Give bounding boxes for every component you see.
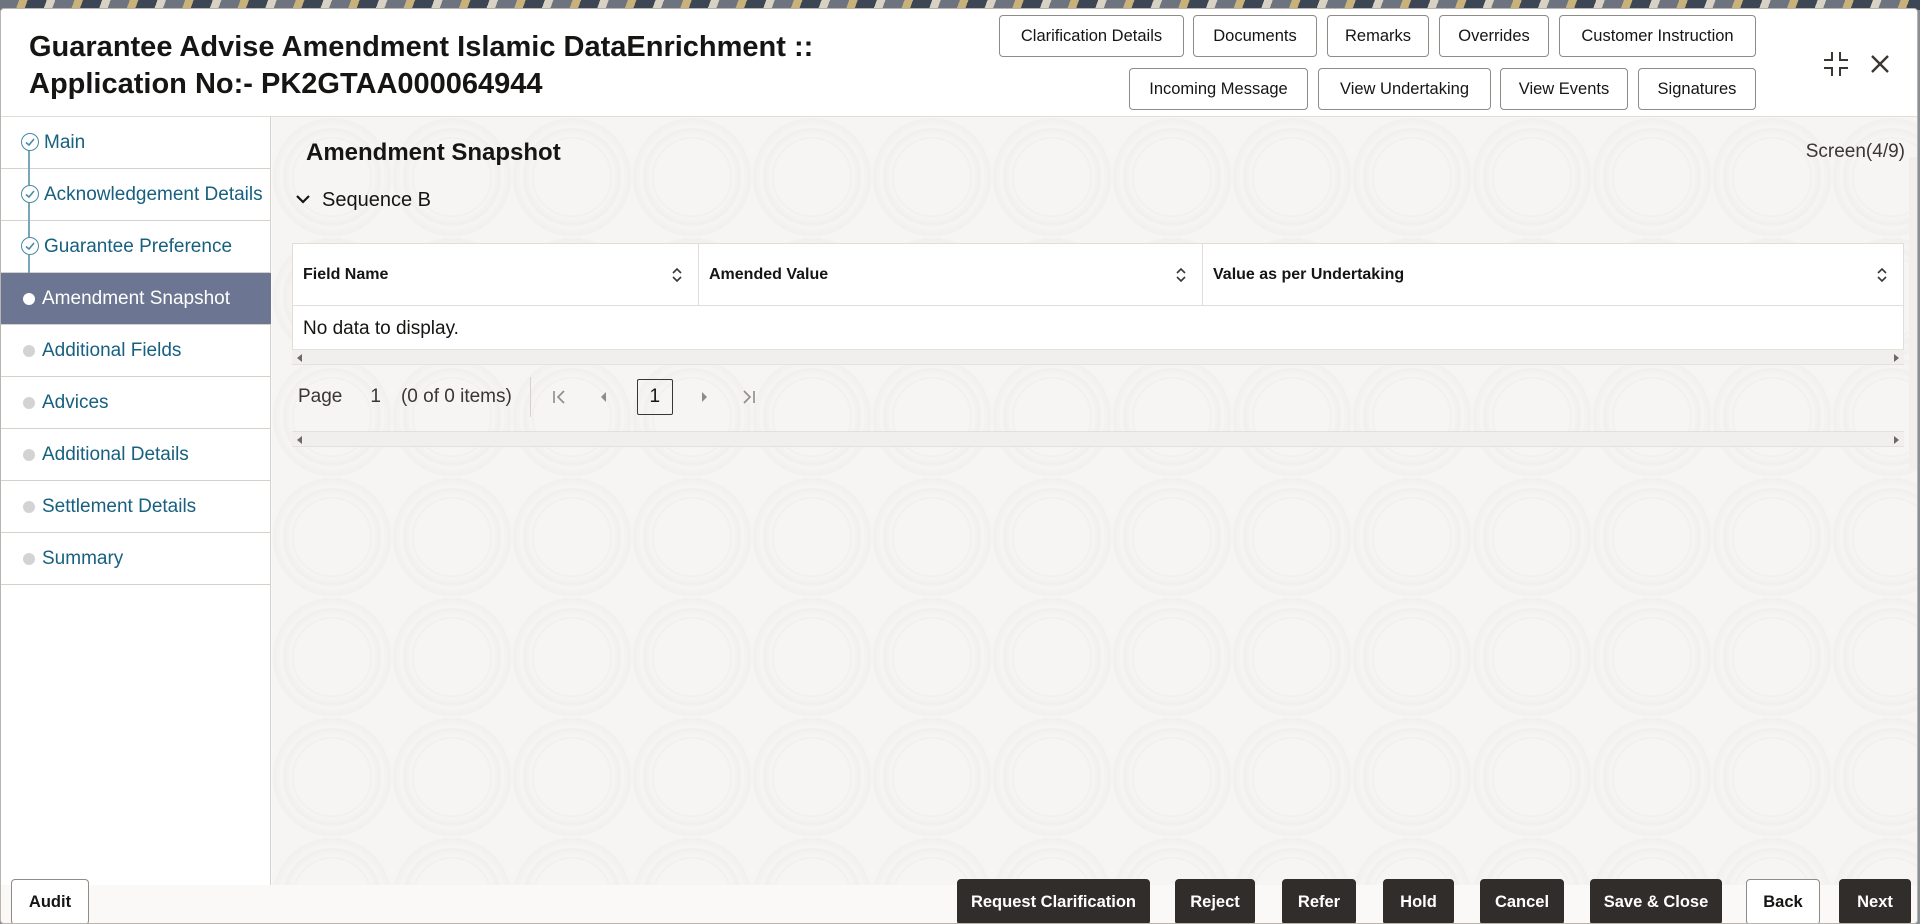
sidebar-item-label: Guarantee Preference <box>44 235 233 257</box>
close-icon[interactable] <box>1865 49 1895 79</box>
sidebar-item-label: Main <box>44 131 86 153</box>
scroll-right-icon[interactable] <box>1894 354 1899 362</box>
sidebar-item-advices[interactable]: Advices <box>1 377 271 429</box>
column-header-value-as-per-undertaking[interactable]: Value as per Undertaking <box>1203 244 1903 306</box>
view-events-button[interactable]: View Events <box>1500 68 1628 110</box>
scroll-left-icon[interactable] <box>297 436 302 444</box>
page-label: Page <box>298 386 343 407</box>
current-step-dot-icon <box>23 293 35 305</box>
check-circle-icon <box>21 237 39 255</box>
documents-button[interactable]: Documents <box>1193 15 1317 57</box>
check-circle-icon <box>21 185 39 203</box>
sidebar-item-label: Advices <box>42 391 109 413</box>
overrides-button[interactable]: Overrides <box>1439 15 1549 57</box>
scroll-right-icon[interactable] <box>1894 436 1899 444</box>
sort-icon[interactable] <box>1875 266 1889 289</box>
sidebar-item-acknowledgement-details[interactable]: Acknowledgement Details <box>1 169 271 221</box>
section-title: Amendment Snapshot <box>306 139 561 166</box>
sidebar-item-settlement-details[interactable]: Settlement Details <box>1 481 271 533</box>
sidebar-item-amendment-snapshot[interactable]: Amendment Snapshot <box>1 273 271 325</box>
empty-table-message: No data to display. <box>303 318 459 339</box>
page-horizontal-scrollbar[interactable] <box>292 431 1904 447</box>
items-count: (0 of 0 items) <box>400 386 512 407</box>
first-page-icon[interactable] <box>549 386 571 408</box>
step-dot-icon <box>23 397 35 409</box>
vertical-scrollbar[interactable] <box>1909 157 1917 469</box>
column-header-amended-value[interactable]: Amended Value <box>699 244 1203 306</box>
next-button[interactable]: Next <box>1839 879 1911 923</box>
sidebar-item-main[interactable]: Main <box>1 117 271 169</box>
section-header-label: Sequence B <box>322 189 431 211</box>
nav-track <box>28 203 30 221</box>
step-dot-icon <box>23 449 35 461</box>
sidebar-item-label: Additional Fields <box>42 339 182 361</box>
cancel-button[interactable]: Cancel <box>1480 879 1564 923</box>
clarification-details-button[interactable]: Clarification Details <box>999 15 1184 57</box>
sidebar-item-label: Summary <box>42 547 124 569</box>
pager-divider <box>529 377 531 417</box>
minimize-icon[interactable] <box>1821 49 1851 79</box>
main-content: Amendment Snapshot Screen(4/9) Sequence … <box>272 117 1917 885</box>
request-clarification-button[interactable]: Request Clarification <box>957 879 1150 923</box>
current-page-box[interactable]: 1 <box>636 379 673 415</box>
sidebar-item-label: Settlement Details <box>42 495 197 517</box>
sidebar-item-guarantee-preference[interactable]: Guarantee Preference <box>1 221 271 273</box>
column-header-label: Field Name <box>303 265 389 283</box>
next-page-icon[interactable] <box>693 386 715 408</box>
sidebar-item-label: Additional Details <box>42 443 189 465</box>
previous-page-icon[interactable] <box>593 386 615 408</box>
page-title: Guarantee Advise Amendment Islamic DataE… <box>29 29 929 103</box>
column-header-field-name[interactable]: Field Name <box>293 244 699 306</box>
audit-button[interactable]: Audit <box>11 879 89 923</box>
sidebar-item-additional-fields[interactable]: Additional Fields <box>1 325 271 377</box>
train-stop-navigation: Main Acknowledgement Details Guarantee P… <box>1 117 271 885</box>
incoming-message-button[interactable]: Incoming Message <box>1129 68 1308 110</box>
sequence-b-toggle[interactable]: Sequence B <box>294 189 431 212</box>
view-undertaking-button[interactable]: View Undertaking <box>1318 68 1491 110</box>
screen-counter: Screen(4/9) <box>1805 141 1905 162</box>
back-button[interactable]: Back <box>1746 879 1820 923</box>
remarks-button[interactable]: Remarks <box>1327 15 1429 57</box>
refer-button[interactable]: Refer <box>1282 879 1356 923</box>
amendment-table: Field Name Amended Value Value as per Un… <box>292 243 1904 353</box>
sidebar-item-summary[interactable]: Summary <box>1 533 271 585</box>
sort-icon[interactable] <box>670 266 684 289</box>
signatures-button[interactable]: Signatures <box>1638 68 1756 110</box>
table-horizontal-scrollbar[interactable] <box>292 349 1904 365</box>
step-dot-icon <box>23 345 35 357</box>
title-line-1: Guarantee Advise Amendment Islamic DataE… <box>29 31 814 63</box>
column-header-label: Amended Value <box>709 265 829 283</box>
data-enrichment-window: Guarantee Advise Amendment Islamic DataE… <box>0 8 1918 924</box>
step-dot-icon <box>23 553 35 565</box>
last-page-icon[interactable] <box>737 386 759 408</box>
check-circle-icon <box>21 133 39 151</box>
hold-button[interactable]: Hold <box>1383 879 1454 923</box>
column-header-label: Value as per Undertaking <box>1213 265 1405 283</box>
page-number: 1 <box>370 386 381 407</box>
step-dot-icon <box>23 501 35 513</box>
pagination: Page 1 (0 of 0 items) 1 <box>298 375 781 419</box>
chevron-down-icon <box>294 190 312 212</box>
window-header: Guarantee Advise Amendment Islamic DataE… <box>1 9 1917 117</box>
scroll-left-icon[interactable] <box>297 354 302 362</box>
nav-track <box>28 255 30 273</box>
save-and-close-button[interactable]: Save & Close <box>1590 879 1722 923</box>
customer-instruction-button[interactable]: Customer Instruction <box>1559 15 1756 57</box>
title-line-2: Application No:- PK2GTAA000064944 <box>29 68 543 100</box>
sidebar-item-label: Amendment Snapshot <box>42 287 231 309</box>
sidebar-item-additional-details[interactable]: Additional Details <box>1 429 271 481</box>
reject-button[interactable]: Reject <box>1175 879 1255 923</box>
nav-track <box>28 169 30 185</box>
sort-icon[interactable] <box>1174 266 1188 289</box>
sidebar-item-label: Acknowledgement Details <box>44 183 263 205</box>
nav-track <box>28 221 30 237</box>
